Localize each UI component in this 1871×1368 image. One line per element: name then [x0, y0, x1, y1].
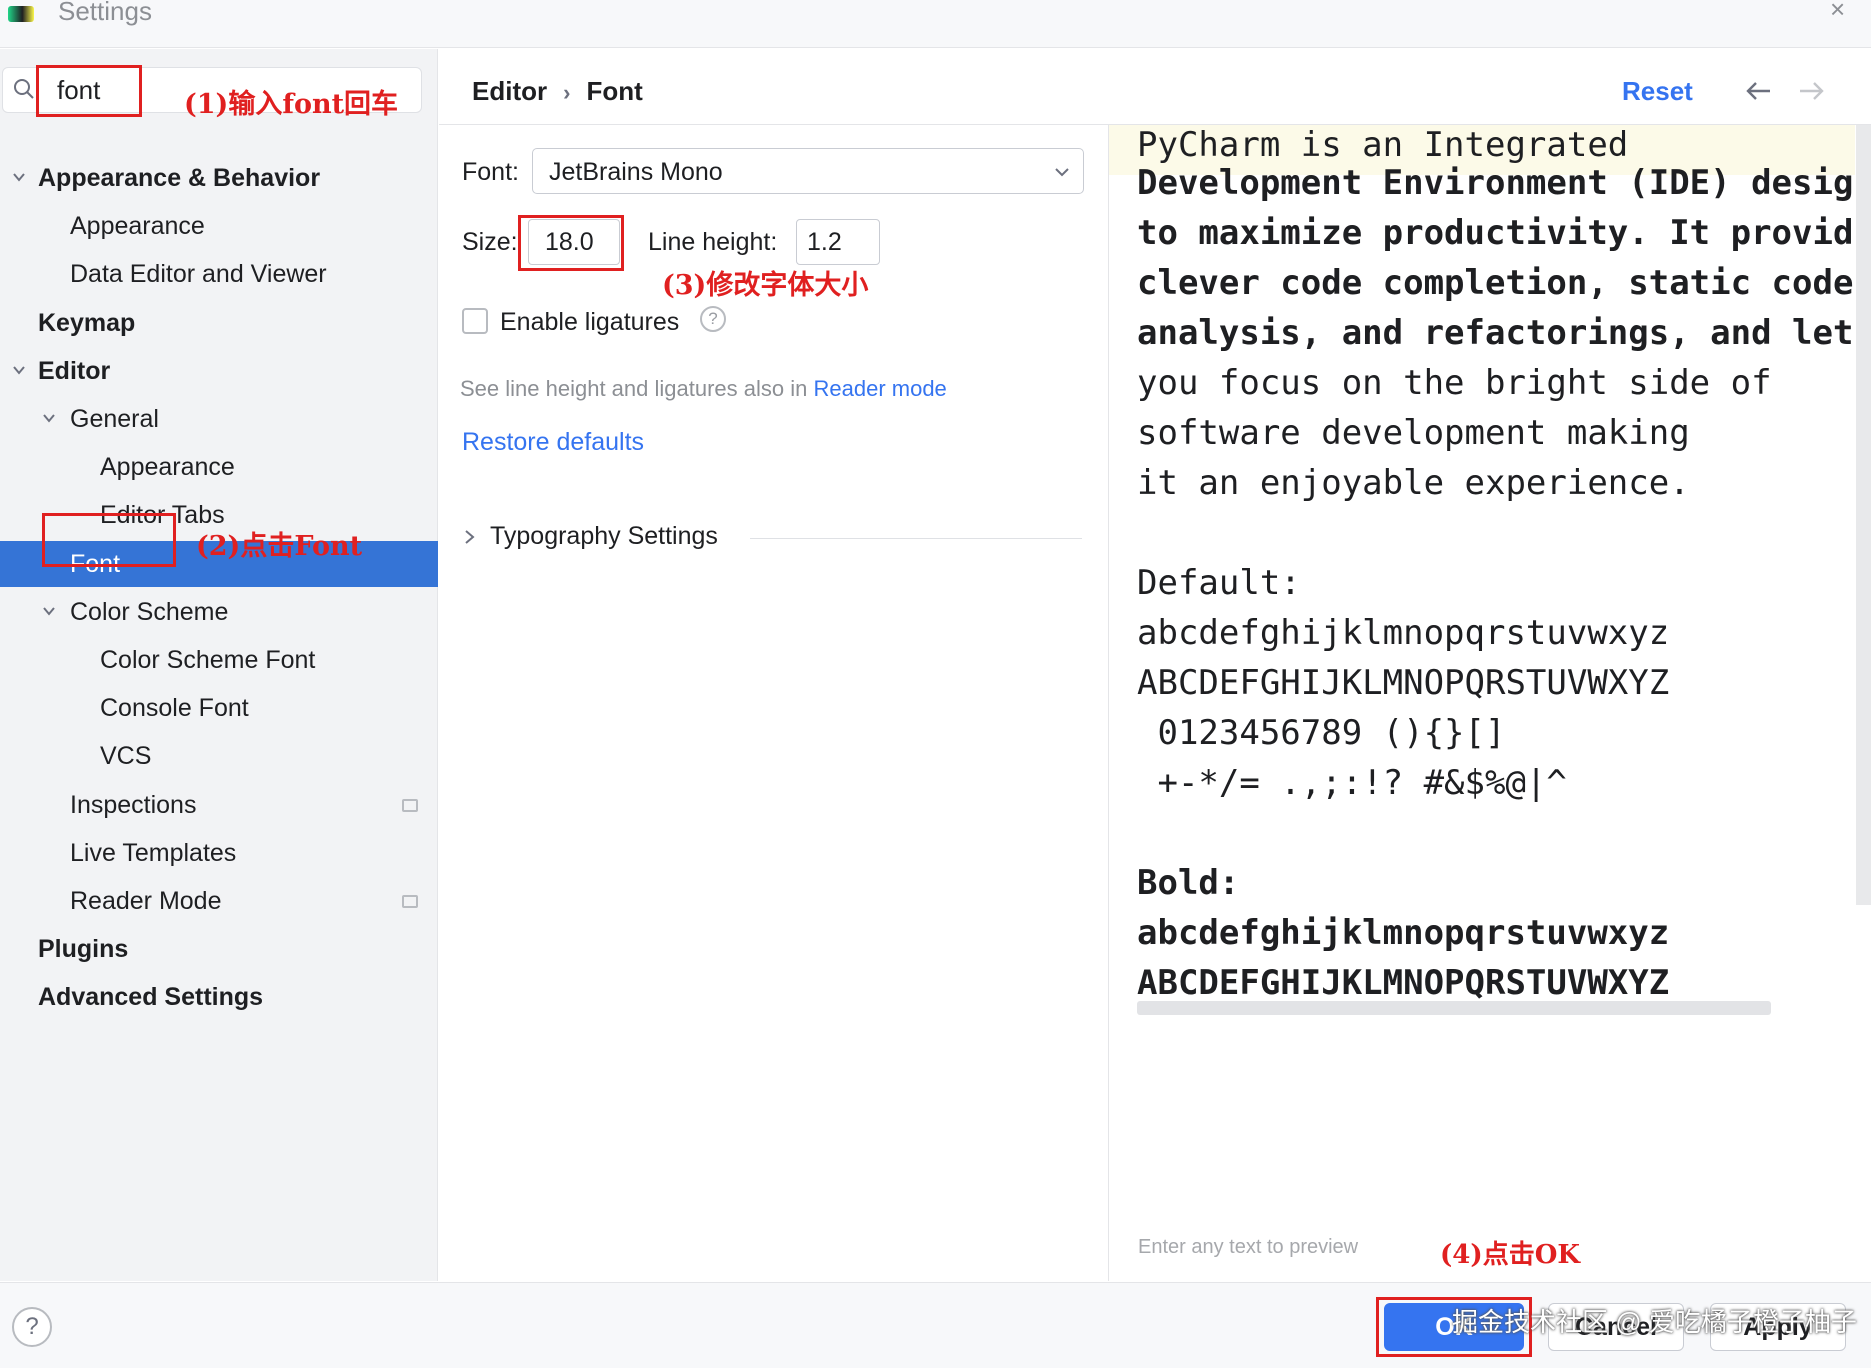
sidebar-item-label: Plugins: [38, 935, 129, 964]
reset-link[interactable]: Reset: [1622, 76, 1693, 107]
annotation-step-1: (1)输入font回车: [184, 89, 399, 120]
preview-line: abcdefghijklmnopqrstuvwxyz: [1137, 613, 1670, 653]
sidebar-item[interactable]: Live Templates: [0, 830, 438, 876]
annotation-step-3: (3)修改字体大小: [662, 270, 869, 301]
search-icon: [14, 79, 34, 99]
sidebar-item[interactable]: Console Font: [0, 685, 438, 731]
project-scope-icon: [402, 798, 418, 812]
preview-line: 0123456789 (){}[]: [1137, 713, 1506, 753]
sidebar-item[interactable]: Color Scheme: [0, 589, 438, 635]
chevron-down-icon[interactable]: [12, 170, 26, 184]
preview-line: ABCDEFGHIJKLMNOPQRSTUVWXYZ: [1137, 963, 1670, 1003]
preview-line: ABCDEFGHIJKLMNOPQRSTUVWXYZ: [1137, 663, 1670, 703]
typography-settings-toggle[interactable]: Typography Settings: [490, 522, 718, 551]
sidebar-item[interactable]: Advanced Settings: [0, 974, 438, 1020]
window-title: Settings: [58, 0, 152, 26]
preview-line: Development Environment (IDE) designed: [1137, 163, 1855, 203]
sidebar-item-label: Inspections: [70, 790, 197, 819]
typography-divider: [750, 538, 1082, 539]
font-label: Font:: [462, 158, 519, 186]
chevron-right-icon[interactable]: [462, 528, 478, 546]
sidebar-item[interactable]: Appearance & Behavior: [0, 155, 438, 201]
pycharm-logo-icon: [8, 6, 34, 22]
sidebar-item-label: VCS: [100, 742, 152, 771]
preview-line: +-*/= .,;:!? #&$%@|^: [1137, 763, 1567, 803]
title-bar: Settings ×: [0, 0, 1871, 48]
sidebar-item-label: Keymap: [38, 308, 136, 337]
sidebar-item-label: Appearance: [100, 453, 235, 482]
sidebar-item[interactable]: General: [0, 396, 438, 442]
breadcrumb-separator: ›: [563, 80, 571, 105]
sidebar-item[interactable]: Editor: [0, 348, 438, 394]
sidebar-item[interactable]: Reader Mode: [0, 878, 438, 924]
sidebar-item-label: Color Scheme Font: [100, 646, 316, 674]
preview-line: to maximize productivity. It provides: [1137, 213, 1855, 253]
preview-line: you focus on the bright side of: [1137, 363, 1772, 403]
breadcrumb: Editor › Font: [472, 76, 643, 107]
sidebar-item[interactable]: VCS: [0, 733, 438, 779]
annotation-box-search: [36, 65, 142, 117]
preview-line: software development making: [1137, 413, 1690, 453]
size-label: Size:: [462, 228, 518, 256]
chevron-down-icon[interactable]: [42, 604, 56, 618]
preview-line: Bold:: [1137, 863, 1240, 903]
breadcrumb-editor[interactable]: Editor: [472, 76, 547, 106]
watermark: 掘金技术社区 @ 爱吃橘子橙子柚子: [1452, 1307, 1857, 1337]
chevron-down-icon[interactable]: [12, 363, 26, 377]
preview-vertical-scrollbar[interactable]: [1856, 125, 1871, 905]
reader-mode-link[interactable]: Reader mode: [813, 376, 946, 401]
restore-defaults-link[interactable]: Restore defaults: [462, 428, 644, 457]
sidebar-item[interactable]: Keymap: [0, 300, 438, 346]
hint-text: See line height and ligatures also in: [460, 376, 808, 401]
sidebar-item-label: Console Font: [100, 694, 249, 723]
sidebar-item-label: Live Templates: [70, 838, 237, 867]
font-select-value: JetBrains Mono: [549, 158, 723, 186]
sidebar-item[interactable]: Plugins: [0, 926, 438, 972]
preview-line: Default:: [1137, 563, 1301, 603]
font-select[interactable]: JetBrains Mono: [532, 148, 1084, 194]
arrow-left-icon[interactable]: [1744, 80, 1774, 102]
project-scope-icon: [402, 895, 418, 908]
close-icon[interactable]: ×: [1830, 0, 1845, 25]
sidebar-item[interactable]: Color Scheme Font: [0, 637, 438, 683]
sidebar-item[interactable]: Inspections: [0, 782, 438, 828]
line-height-input[interactable]: [796, 219, 880, 265]
chevron-down-icon[interactable]: [42, 411, 56, 425]
preview-placeholder: Enter any text to preview: [1138, 1236, 1359, 1258]
breadcrumb-font: Font: [586, 76, 643, 106]
annotation-box-font: [42, 513, 176, 567]
help-icon[interactable]: ?: [12, 1307, 52, 1347]
arrow-right-icon[interactable]: [1796, 80, 1826, 102]
sidebar-item-label: Advanced Settings: [38, 983, 264, 1012]
line-height-label: Line height:: [648, 228, 778, 256]
settings-sidebar: Appearance & Behavior Appearance Data Edit…: [0, 49, 438, 1281]
annotation-step-2: (2)点击Font: [196, 531, 363, 562]
preview-line: abcdefghijklmnopqrstuvwxyz: [1137, 913, 1670, 953]
preview-line: analysis, and refactorings, and lets: [1137, 313, 1855, 353]
sidebar-item-label: Appearance: [70, 212, 205, 241]
ligatures-label[interactable]: Enable ligatures: [500, 308, 679, 337]
ligatures-checkbox[interactable]: [462, 308, 488, 334]
sidebar-item-label: General: [70, 405, 159, 433]
sidebar-item-label: Color Scheme: [70, 597, 229, 626]
font-preview[interactable]: PyCharm is an Integrated Development Envi…: [1108, 125, 1855, 1281]
sidebar-item-label: Reader Mode: [70, 887, 222, 915]
annotation-step-4: (4)点击OK: [1440, 1240, 1580, 1270]
sidebar-item[interactable]: Appearance: [0, 203, 438, 249]
sidebar-item-label: Data Editor and Viewer: [70, 260, 327, 289]
preview-line: it an enjoyable experience.: [1137, 463, 1690, 503]
sidebar-item[interactable]: Data Editor and Viewer: [0, 251, 438, 297]
sidebar-item[interactable]: Appearance: [0, 444, 438, 490]
reader-mode-hint: See line height and ligatures also in Re…: [460, 376, 947, 402]
question-icon[interactable]: ?: [700, 306, 726, 332]
chevron-down-icon: [1055, 168, 1069, 177]
preview-horizontal-scrollbar[interactable]: [1137, 1001, 1771, 1015]
sidebar-item-label: Editor: [38, 356, 111, 385]
preview-line: clever code completion, static code: [1137, 263, 1854, 303]
sidebar-item-label: Appearance & Behavior: [38, 164, 321, 192]
annotation-box-size: [518, 215, 624, 271]
